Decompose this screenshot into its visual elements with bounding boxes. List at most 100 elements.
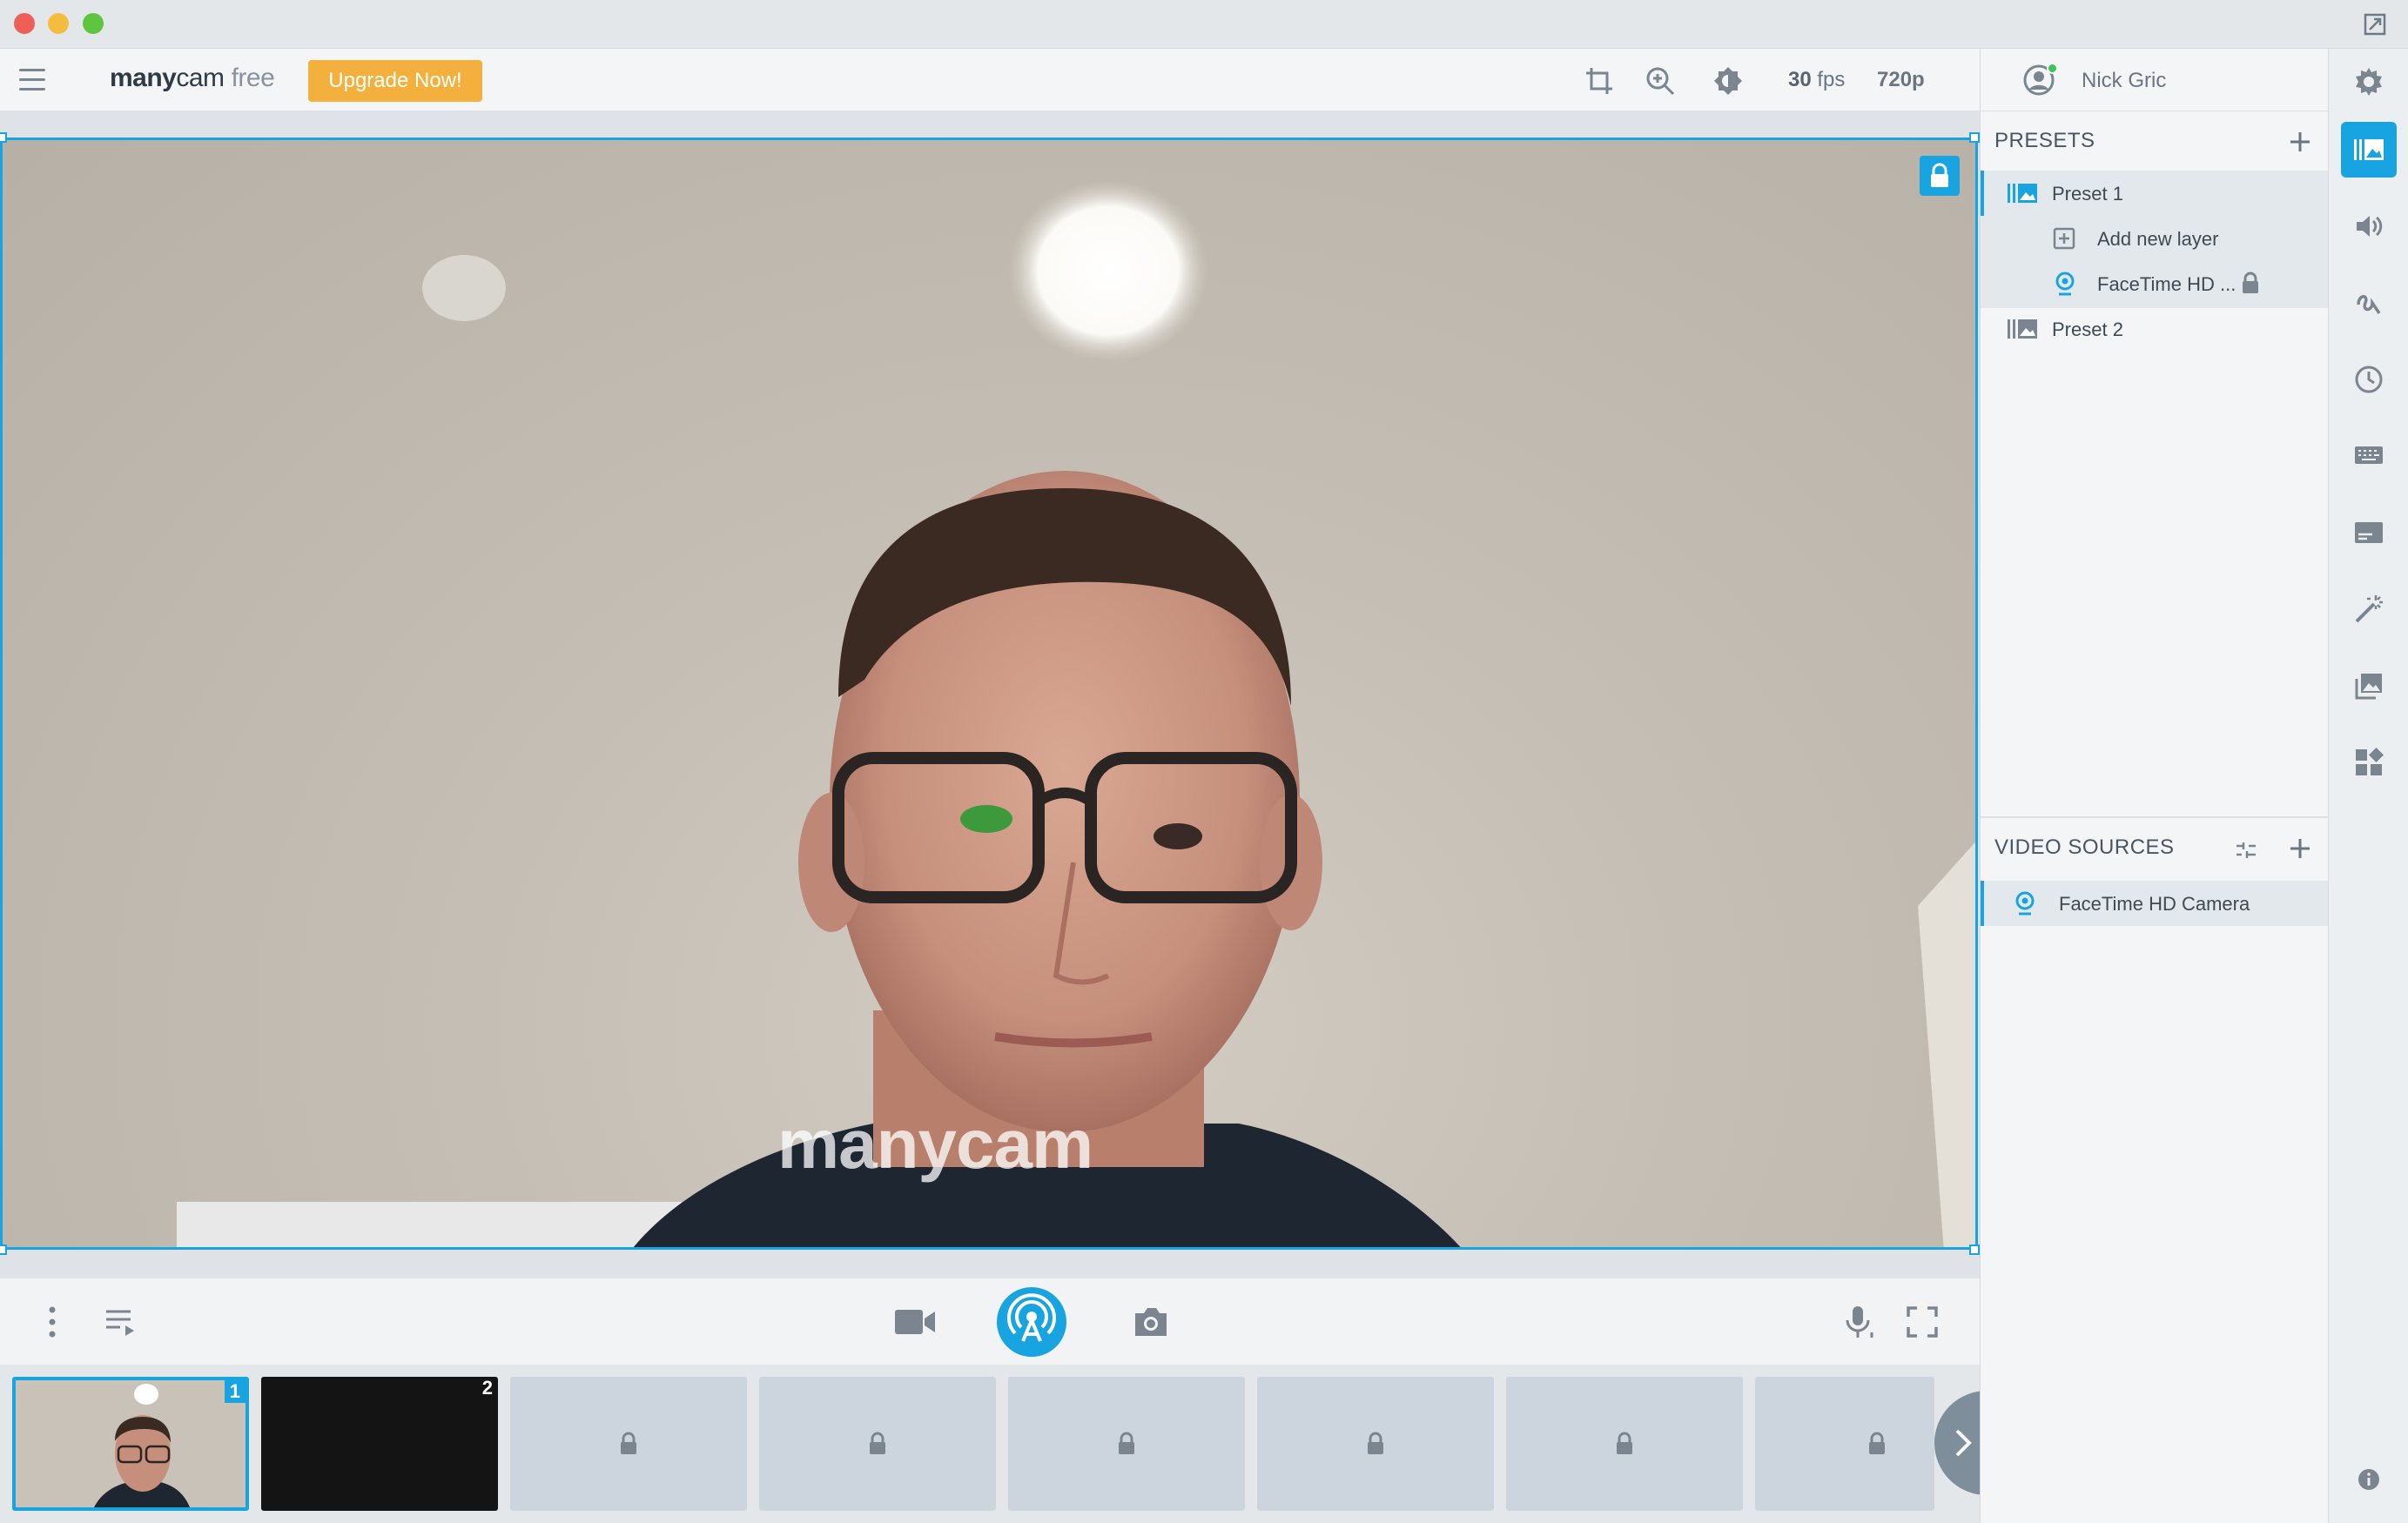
strip-next-button[interactable]	[1934, 1391, 1987, 1495]
window-close-button[interactable]	[14, 13, 35, 34]
settings-button[interactable]	[2341, 54, 2397, 110]
broadcast-button[interactable]	[997, 1287, 1066, 1357]
more-options-icon[interactable]	[33, 1303, 71, 1341]
lock-icon	[1119, 1432, 1134, 1454]
lock-icon	[1931, 163, 1948, 187]
resize-handle-bottom-right[interactable]	[1969, 1245, 1980, 1255]
user-name: Nick Gric	[2082, 69, 2167, 92]
draw-icon	[2357, 295, 2381, 314]
crop-icon[interactable]	[1583, 64, 1616, 97]
preset-thumbnail[interactable]: 2	[261, 1377, 498, 1511]
preset-icon	[2008, 184, 2037, 203]
add-video-source-icon[interactable]	[2289, 837, 2311, 860]
add-preset-icon[interactable]	[2289, 131, 2311, 153]
lower-thirds-tab-button[interactable]	[2341, 505, 2397, 560]
lock-icon	[1368, 1432, 1383, 1454]
preset-thumbnail-strip: 1 2	[0, 1365, 1987, 1523]
broadcast-icon	[1007, 1293, 1056, 1342]
fullscreen-icon[interactable]	[1903, 1303, 1941, 1341]
preset-thumbnail-locked[interactable]	[1008, 1377, 1245, 1511]
lower-third-icon	[2355, 522, 2383, 543]
info-button[interactable]	[2341, 1452, 2397, 1507]
effects-tab-button[interactable]	[2341, 581, 2397, 637]
video-preview[interactable]: manycam	[0, 138, 1978, 1250]
keyboard-icon	[2355, 446, 2383, 464]
widgets-icon	[2356, 748, 2384, 775]
preset-item-label: Preset 1	[2052, 183, 2123, 205]
video-camera-icon[interactable]	[893, 1303, 937, 1341]
resize-handle-top-right[interactable]	[1969, 132, 1980, 143]
info-icon	[2358, 1469, 2379, 1490]
top-toolbar: manycam free Upgrade Now! 30 fps 720p	[0, 49, 1980, 111]
bottom-controls	[0, 1278, 1980, 1365]
panel-divider	[1981, 816, 2329, 818]
preset-thumbnail-locked[interactable]	[1506, 1377, 1743, 1511]
snapshot-camera-icon[interactable]	[1132, 1303, 1170, 1341]
resize-handle-bottom-left[interactable]	[0, 1245, 7, 1255]
webcam-icon	[2015, 891, 2035, 916]
images-tab-button[interactable]	[2341, 658, 2397, 714]
source-settings-icon[interactable]	[2235, 839, 2257, 862]
lock-icon[interactable]	[2240, 272, 2261, 296]
lock-icon	[1617, 1432, 1632, 1454]
presets-icon	[2354, 139, 2384, 160]
video-source-label: FaceTime HD Camera	[2059, 893, 2250, 915]
time-tab-button[interactable]	[2341, 352, 2397, 407]
fullscreen-toggle-icon[interactable]	[2363, 12, 2387, 37]
tool-rail	[2328, 49, 2408, 1523]
lock-layer-button[interactable]	[1920, 156, 1960, 196]
chevron-right-icon	[1955, 1429, 1972, 1457]
side-panel: Nick Gric PRESETS Preset 1 Add new layer…	[1980, 49, 2329, 1523]
presets-tab-button[interactable]	[2341, 122, 2397, 178]
chroma-tab-button[interactable]	[2341, 428, 2397, 484]
app-logo: manycam free	[110, 64, 275, 92]
microphone-icon[interactable]	[1840, 1303, 1879, 1341]
video-area: manycam	[0, 111, 1980, 1278]
preset-item-2[interactable]: Preset 2	[1981, 306, 2329, 352]
zoom-icon[interactable]	[1644, 64, 1677, 97]
resolution-indicator[interactable]: 720p	[1877, 68, 1925, 92]
lock-icon	[621, 1432, 636, 1454]
clock-icon	[2355, 366, 2383, 393]
camera-feed-image	[177, 179, 1975, 1247]
draw-tab-button[interactable]	[2341, 275, 2397, 331]
online-status-indicator	[2047, 63, 2058, 74]
playlist-icon[interactable]	[101, 1303, 139, 1341]
gear-icon	[2356, 68, 2382, 96]
add-new-layer-label: Add new layer	[2097, 228, 2219, 250]
preset-thumbnail-locked[interactable]	[1257, 1377, 1494, 1511]
preset-thumbnail-locked[interactable]	[1755, 1377, 1934, 1511]
preset-item-1[interactable]: Preset 1	[1981, 171, 2329, 216]
widgets-tab-button[interactable]	[2341, 735, 2397, 790]
lock-icon	[1869, 1432, 1885, 1454]
preset-thumbnail-image	[16, 1380, 246, 1507]
speaker-icon	[2357, 216, 2383, 237]
window-zoom-button[interactable]	[83, 13, 104, 34]
layer-item-facetime[interactable]: FaceTime HD ...	[1981, 261, 2329, 308]
preset-thumbnail[interactable]: 1	[12, 1377, 249, 1511]
image-icon	[2355, 674, 2382, 700]
window-minimize-button[interactable]	[48, 13, 69, 34]
add-new-layer-item[interactable]: Add new layer	[1981, 216, 2329, 261]
manycam-watermark: manycam	[777, 1105, 1093, 1183]
webcam-icon	[2055, 272, 2075, 296]
menu-icon[interactable]	[19, 69, 45, 91]
video-sources-title: VIDEO SOURCES	[1994, 835, 2175, 859]
lock-icon	[870, 1432, 885, 1454]
brightness-icon[interactable]	[1712, 64, 1745, 97]
preset-number: 2	[481, 1377, 493, 1399]
preset-thumbnail-locked[interactable]	[510, 1377, 747, 1511]
user-account[interactable]: Nick Gric	[1981, 49, 2329, 111]
upgrade-button[interactable]: Upgrade Now!	[308, 60, 482, 102]
resize-handle-top-left[interactable]	[0, 132, 7, 143]
preset-item-label: Preset 2	[2052, 319, 2123, 340]
magic-wand-icon	[2355, 595, 2383, 623]
video-source-facetime[interactable]: FaceTime HD Camera	[1981, 881, 2329, 926]
fps-indicator[interactable]: 30 fps	[1788, 68, 1845, 92]
layer-item-label: FaceTime HD ...	[2097, 273, 2236, 295]
audio-tab-button[interactable]	[2341, 198, 2397, 254]
preset-icon	[2008, 319, 2037, 339]
preset-number: 1	[224, 1380, 246, 1403]
window-titlebar	[0, 0, 2408, 49]
preset-thumbnail-locked[interactable]	[759, 1377, 996, 1511]
